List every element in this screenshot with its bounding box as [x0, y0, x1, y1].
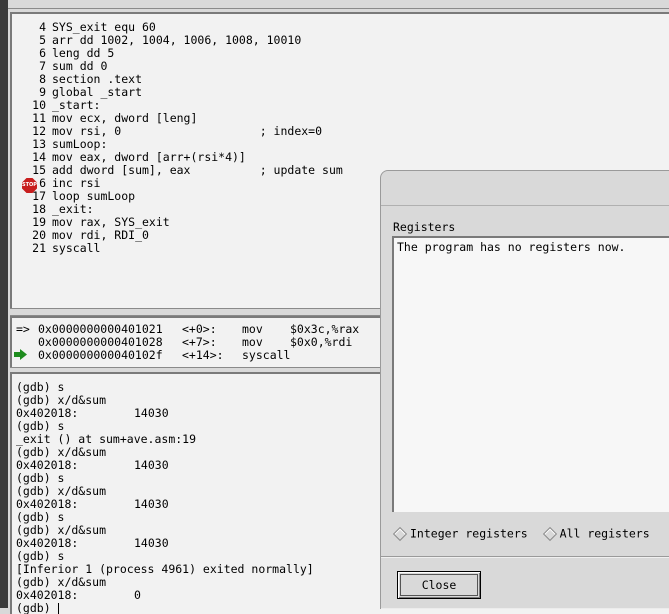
pc-marker: => [16, 322, 30, 336]
console-text: (gdb) s [16, 549, 65, 563]
integer-registers-radio[interactable]: Integer registers [392, 526, 528, 541]
text-cursor [57, 603, 59, 614]
registers-window-titlebar[interactable] [381, 171, 669, 206]
all-registers-radio[interactable]: All registers [542, 526, 650, 541]
radio-diamond-icon [542, 526, 557, 541]
console-text: (gdb) x/d&sum [16, 445, 107, 459]
console-text: (gdb) s [16, 419, 65, 433]
console-text: (gdb) x/d&sum [16, 523, 107, 537]
console-text: 0x402018: [16, 536, 79, 550]
console-value: 14030 [134, 536, 169, 550]
instruction-operands: $0x0,%rdi [290, 335, 353, 349]
console-text: (gdb) s [16, 510, 65, 524]
instruction-opcode: syscall [242, 348, 291, 362]
instruction-offset: <+14>: [182, 348, 224, 362]
console-text: (gdb) x/d&sum [16, 575, 107, 589]
integer-registers-label: Integer registers [410, 526, 528, 541]
console-text: (gdb) s [16, 380, 65, 394]
console-value: 0 [134, 588, 141, 602]
registers-heading: Registers [393, 220, 456, 234]
program-counter-arrow-icon [14, 349, 27, 360]
line-number: 21 [32, 241, 46, 255]
radio-diamond-icon [392, 526, 408, 541]
console-value: 14030 [134, 458, 169, 472]
registers-listbox[interactable]: The program has no registers now. [392, 236, 669, 512]
all-registers-label: All registers [559, 526, 650, 541]
console-text: 0x402018: [16, 406, 79, 420]
console-text: [Inferior 1 (process 4961) exited normal… [16, 562, 314, 576]
breakpoint-stop-icon[interactable]: STOP [22, 178, 37, 193]
instruction-address: 0x000000000040102f [38, 348, 163, 362]
desktop-edge [0, 0, 8, 608]
console-text: (gdb) x/d&sum [16, 484, 107, 498]
console-text: (gdb) s [16, 471, 65, 485]
window-top-border [8, 0, 669, 9]
console-value: 14030 [134, 497, 169, 511]
console-text: (gdb) x/d&sum [16, 393, 107, 407]
register-type-radios: Integer registers All registers [392, 526, 650, 542]
console-value: 14030 [134, 406, 169, 420]
registers-message: The program has no registers now. [397, 240, 626, 254]
console-text: 0x402018: [16, 497, 79, 511]
console-text: 0x402018: [16, 588, 79, 602]
source-code: syscall [52, 241, 101, 255]
console-text: _exit () at sum+ave.asm:19 [16, 432, 197, 446]
console-line: (gdb) [16, 602, 59, 614]
dialog-separator [381, 556, 669, 558]
close-button[interactable]: Close [397, 571, 481, 599]
registers-window: Registers The program has no registers n… [380, 170, 669, 609]
console-text: 0x402018: [16, 458, 79, 472]
